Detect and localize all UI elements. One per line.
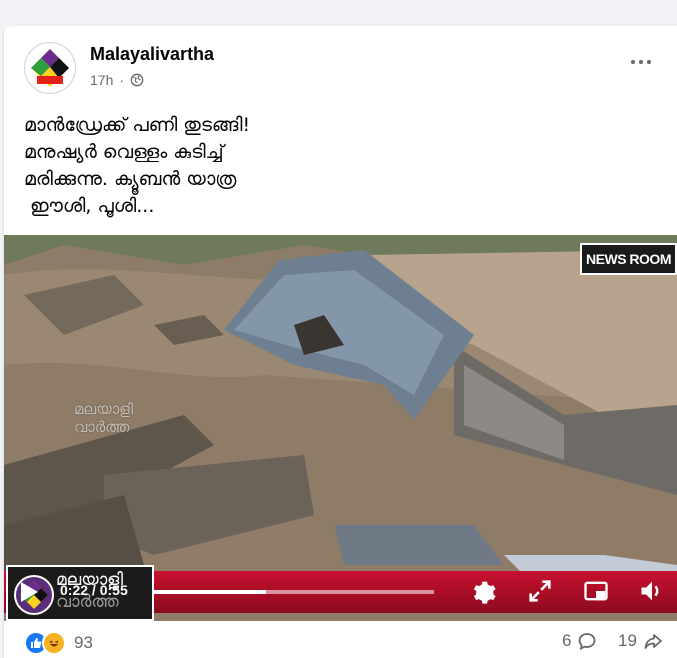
play-icon[interactable] bbox=[18, 580, 40, 604]
share-icon bbox=[644, 634, 662, 649]
page-name[interactable]: Malayalivartha bbox=[90, 44, 214, 65]
post-text-line: മനുഷ്യർ വെള്ളം കുടിച്ച് bbox=[24, 141, 224, 163]
video-player[interactable]: NEWS ROOM മലയാളി വാർത്ത മലയാളി വാർത്ത 0:… bbox=[4, 235, 677, 621]
reaction-count: 93 bbox=[74, 633, 93, 652]
duration: 0:55 bbox=[99, 582, 128, 598]
news-room-badge: NEWS ROOM bbox=[580, 243, 677, 275]
page-avatar[interactable] bbox=[24, 42, 76, 94]
current-time: 0:22 bbox=[60, 582, 89, 598]
post-footer: 93 6 19 bbox=[4, 621, 677, 658]
post-text: മാൻഡ്രേക്ക് പണി തുടങ്ങി! മനുഷ്യർ വെള്ളം … bbox=[24, 112, 424, 220]
reactions-summary[interactable]: 93 bbox=[24, 631, 93, 655]
post-meta: 17h · bbox=[90, 72, 144, 88]
video-controls: മലയാളി വാർത്ത 0:22 / 0:55 bbox=[4, 563, 677, 621]
fullscreen-icon[interactable] bbox=[526, 577, 554, 605]
haha-icon bbox=[42, 631, 66, 655]
progress-bar[interactable] bbox=[154, 590, 434, 594]
comment-icon bbox=[579, 633, 596, 651]
shares-count[interactable]: 19 bbox=[618, 631, 663, 651]
post-text-line: ഈശി, പൂശി... bbox=[24, 195, 155, 217]
progress-fill bbox=[154, 590, 266, 594]
channel-watermark: മലയാളി വാർത്ത bbox=[74, 400, 134, 436]
globe-icon bbox=[130, 73, 144, 87]
post-time[interactable]: 17h bbox=[90, 72, 113, 88]
post-card: Malayalivartha 17h · മാൻഡ്രേക്ക് പണി തുട… bbox=[4, 26, 677, 658]
comments-count[interactable]: 6 bbox=[562, 631, 597, 651]
picture-in-picture-icon[interactable] bbox=[582, 577, 610, 605]
post-text-line: മരിക്കുന്നു. ക്യൂബൻ യാത്ര bbox=[24, 168, 237, 190]
volume-icon[interactable] bbox=[638, 577, 666, 605]
post-text-line: മാൻഡ്രേക്ക് പണി തുടങ്ങി! bbox=[24, 114, 251, 136]
video-time: 0:22 / 0:55 bbox=[60, 582, 128, 598]
settings-gear-icon[interactable] bbox=[469, 577, 497, 605]
more-options-button[interactable] bbox=[627, 54, 655, 70]
